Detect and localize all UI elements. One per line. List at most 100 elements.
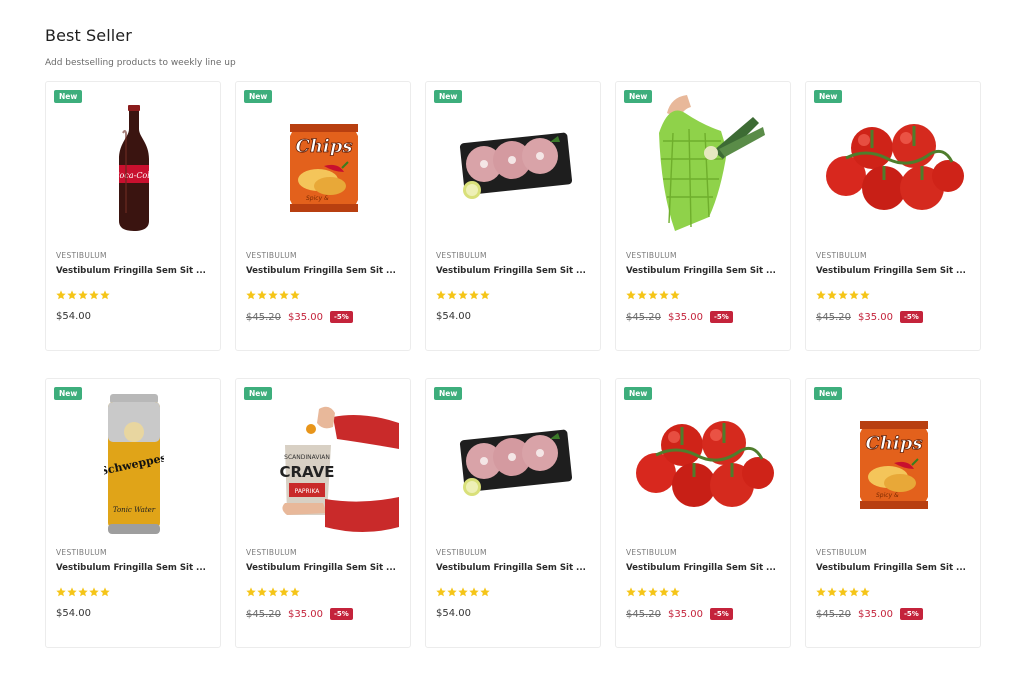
product-card[interactable]: New VESTIBULUM Vestibulum Fringilla Sem … bbox=[805, 81, 981, 351]
sale-price: $35.00 bbox=[668, 311, 703, 323]
product-card[interactable]: New Chips Spicy & VESTIBULUM Vestibulum … bbox=[235, 81, 411, 351]
price-row: $45.20 $35.00 -5% bbox=[816, 311, 923, 323]
product-image[interactable]: Coca-Cola bbox=[46, 92, 220, 244]
product-title-link[interactable]: Vestibulum Fringilla Sem Sit ... bbox=[816, 563, 974, 573]
product-title-link[interactable]: Vestibulum Fringilla Sem Sit ... bbox=[626, 266, 784, 276]
price-row: $45.20 $35.00 -5% bbox=[626, 311, 733, 323]
star-icon bbox=[849, 582, 859, 601]
rating-stars bbox=[816, 285, 870, 304]
discount-badge: -5% bbox=[900, 311, 923, 323]
product-vendor: VESTIBULUM bbox=[436, 251, 487, 260]
star-icon bbox=[56, 582, 66, 601]
product-grid: New Coca-Cola VESTIBULUM Vestibulum Frin… bbox=[45, 81, 983, 648]
price-row: $54.00 bbox=[436, 311, 471, 322]
new-badge: New bbox=[434, 90, 463, 103]
sale-price: $35.00 bbox=[858, 311, 893, 323]
star-icon bbox=[626, 582, 636, 601]
product-title-link[interactable]: Vestibulum Fringilla Sem Sit ... bbox=[56, 563, 214, 573]
star-icon bbox=[100, 582, 110, 601]
product-card[interactable]: New VESTIBULUM Vestibulum Fringilla Sem … bbox=[615, 378, 791, 648]
product-image[interactable] bbox=[616, 389, 790, 541]
star-icon bbox=[257, 582, 267, 601]
star-icon bbox=[78, 582, 88, 601]
star-icon bbox=[816, 582, 826, 601]
svg-text:Spicy &: Spicy & bbox=[306, 195, 329, 202]
star-icon bbox=[257, 285, 267, 304]
star-icon bbox=[670, 582, 680, 601]
sale-price: $35.00 bbox=[288, 608, 323, 620]
discount-badge: -5% bbox=[900, 608, 923, 620]
product-card[interactable]: New VESTIBULUM Vestibulum Fringilla Sem … bbox=[425, 81, 601, 351]
star-icon bbox=[100, 285, 110, 304]
star-icon bbox=[626, 285, 636, 304]
product-title-link[interactable]: Vestibulum Fringilla Sem Sit ... bbox=[816, 266, 974, 276]
star-icon bbox=[268, 285, 278, 304]
product-vendor: VESTIBULUM bbox=[246, 548, 297, 557]
product-title-link[interactable]: Vestibulum Fringilla Sem Sit ... bbox=[246, 266, 404, 276]
old-price: $45.20 bbox=[626, 311, 661, 323]
old-price: $45.20 bbox=[246, 311, 281, 323]
star-icon bbox=[279, 582, 289, 601]
star-icon bbox=[67, 285, 77, 304]
star-icon bbox=[860, 582, 870, 601]
product-vendor: VESTIBULUM bbox=[246, 251, 297, 260]
rating-stars bbox=[816, 582, 870, 601]
sale-price: $35.00 bbox=[668, 608, 703, 620]
svg-text:Tonic Water: Tonic Water bbox=[113, 506, 156, 514]
rating-stars bbox=[626, 582, 680, 601]
new-badge: New bbox=[434, 387, 463, 400]
star-icon bbox=[436, 285, 446, 304]
star-icon bbox=[290, 582, 300, 601]
discount-badge: -5% bbox=[330, 311, 353, 323]
star-icon bbox=[447, 582, 457, 601]
product-image[interactable] bbox=[426, 92, 600, 244]
star-icon bbox=[670, 285, 680, 304]
star-icon bbox=[637, 582, 647, 601]
price-row: $45.20 $35.00 -5% bbox=[816, 608, 923, 620]
product-card[interactable]: New SCANDINAVIAN CRAVE PAPRIKA VESTIBULU… bbox=[235, 378, 411, 648]
price-row: $54.00 bbox=[436, 608, 471, 619]
star-icon bbox=[447, 285, 457, 304]
product-card[interactable]: New VESTIBULUM Vestibulum Fringilla Sem … bbox=[425, 378, 601, 648]
product-image[interactable]: Chips Spicy & bbox=[236, 92, 410, 244]
price-row: $45.20 $35.00 -5% bbox=[246, 311, 353, 323]
star-icon bbox=[469, 582, 479, 601]
product-card[interactable]: New Chips Spicy & VESTIBULUM Vestibulum … bbox=[805, 378, 981, 648]
product-image[interactable] bbox=[806, 92, 980, 244]
price-row: $54.00 bbox=[56, 311, 91, 322]
product-vendor: VESTIBULUM bbox=[56, 548, 107, 557]
new-badge: New bbox=[54, 90, 83, 103]
product-title-link[interactable]: Vestibulum Fringilla Sem Sit ... bbox=[436, 563, 594, 573]
product-image[interactable]: Chips Spicy & bbox=[806, 389, 980, 541]
rating-stars bbox=[436, 285, 490, 304]
star-icon bbox=[89, 285, 99, 304]
rating-stars bbox=[246, 582, 300, 601]
product-image[interactable]: Schweppes Tonic Water bbox=[46, 389, 220, 541]
product-card[interactable]: New Coca-Cola VESTIBULUM Vestibulum Frin… bbox=[45, 81, 221, 351]
product-title-link[interactable]: Vestibulum Fringilla Sem Sit ... bbox=[56, 266, 214, 276]
star-icon bbox=[637, 285, 647, 304]
old-price: $45.20 bbox=[246, 608, 281, 620]
svg-text:PAPRIKA: PAPRIKA bbox=[295, 488, 321, 495]
star-icon bbox=[458, 582, 468, 601]
star-icon bbox=[816, 285, 826, 304]
product-title-link[interactable]: Vestibulum Fringilla Sem Sit ... bbox=[436, 266, 594, 276]
svg-text:CRAVE: CRAVE bbox=[279, 463, 334, 481]
product-image[interactable]: SCANDINAVIAN CRAVE PAPRIKA bbox=[236, 389, 410, 541]
price: $54.00 bbox=[56, 608, 91, 619]
price: $54.00 bbox=[56, 311, 91, 322]
product-card[interactable]: New VESTIBULUM Vestibulum Fringilla Sem … bbox=[615, 81, 791, 351]
star-icon bbox=[827, 582, 837, 601]
product-image[interactable] bbox=[616, 92, 790, 244]
product-title-link[interactable]: Vestibulum Fringilla Sem Sit ... bbox=[626, 563, 784, 573]
star-icon bbox=[89, 582, 99, 601]
star-icon bbox=[469, 285, 479, 304]
rating-stars bbox=[56, 582, 110, 601]
product-card[interactable]: New Schweppes Tonic Water VESTIBULUM Ves… bbox=[45, 378, 221, 648]
price-row: $54.00 bbox=[56, 608, 91, 619]
product-title-link[interactable]: Vestibulum Fringilla Sem Sit ... bbox=[246, 563, 404, 573]
product-image[interactable] bbox=[426, 389, 600, 541]
svg-text:Coca-Cola: Coca-Cola bbox=[113, 171, 154, 180]
sale-price: $35.00 bbox=[288, 311, 323, 323]
product-vendor: VESTIBULUM bbox=[626, 548, 677, 557]
